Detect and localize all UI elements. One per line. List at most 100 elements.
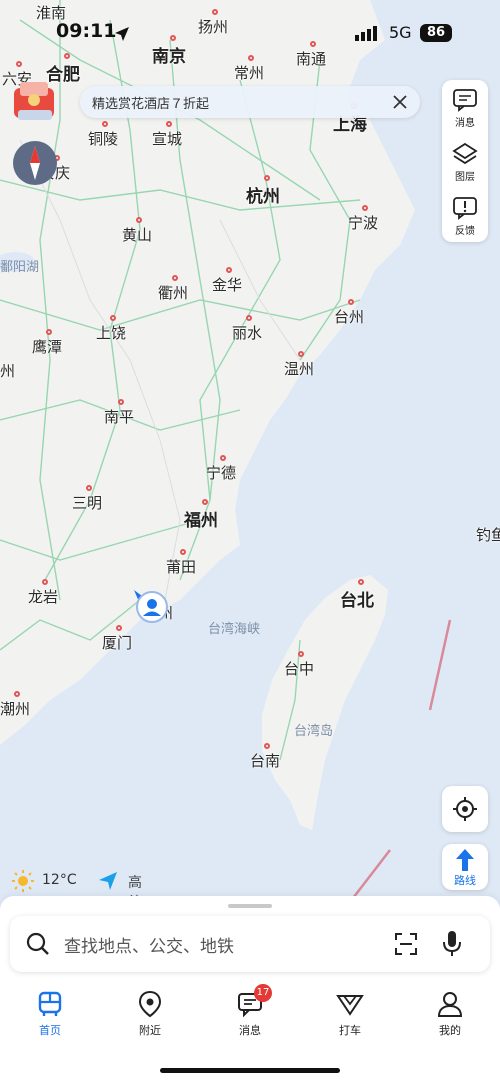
search-icon [26, 932, 49, 955]
tab-nearby-label: 附近 [139, 1024, 161, 1037]
user-location-marker[interactable] [132, 590, 170, 624]
city-label: 宣城 [152, 130, 183, 148]
city-label: 州 [0, 362, 16, 380]
tab-profile-label: 我的 [439, 1024, 461, 1037]
city-label: 黄山 [122, 226, 153, 244]
city-label: 台北 [340, 591, 374, 611]
tab-taxi-label: 打车 [339, 1024, 361, 1037]
city-dot [264, 175, 270, 181]
city-dot [298, 351, 304, 357]
city-label: 常州 [234, 64, 265, 82]
message-icon [453, 89, 477, 112]
city-dot [362, 205, 368, 211]
city-label: 福州 [184, 511, 218, 531]
layers-label: 图层 [455, 172, 475, 183]
city-label: 铜陵 [88, 130, 119, 148]
messages-button[interactable]: 消息 [442, 82, 488, 134]
city-label: 丽水 [232, 324, 263, 342]
city-label: 台湾海峡 [208, 622, 261, 637]
city-label: 温州 [284, 360, 315, 378]
route-label: 路线 [454, 874, 476, 887]
city-label: 鹰潭 [32, 338, 63, 356]
map-tool-panel: 消息 图层 反馈 [442, 80, 488, 242]
city-dot [172, 275, 178, 281]
tab-nearby[interactable]: 附近 [110, 990, 190, 1050]
city-dot [116, 625, 122, 631]
route-arrow-icon [456, 849, 474, 871]
messages-label: 消息 [455, 118, 475, 129]
city-dot [118, 399, 124, 405]
city-label: 金华 [212, 276, 243, 294]
city-label: 宁波 [348, 214, 379, 232]
bottom-tab-bar: 首页 附近 17 消息 打车 我的 [0, 984, 500, 1050]
city-label: 台中 [284, 660, 315, 678]
city-label: 南平 [104, 408, 135, 426]
feedback-label: 反馈 [455, 226, 475, 237]
sun-icon [12, 870, 34, 892]
compass-icon [13, 141, 57, 185]
tab-taxi[interactable]: 打车 [310, 990, 390, 1050]
city-dot [246, 315, 252, 321]
city-dot [202, 499, 208, 505]
city-dot [298, 651, 304, 657]
bottom-sheet: 查找地点、公交、地铁 首页 附近 17 消息 打车 我的 [0, 896, 500, 1084]
city-dot [220, 455, 226, 461]
feedback-icon [453, 197, 477, 220]
battery-level: 86 [426, 25, 446, 40]
city-dot [64, 53, 70, 59]
city-dot [180, 549, 186, 555]
route-button[interactable]: 路线 [442, 844, 488, 890]
city-label: 龙岩 [28, 588, 59, 606]
city-dot [212, 9, 218, 15]
city-label: 上饶 [96, 324, 127, 342]
close-icon[interactable] [390, 92, 410, 112]
promo-banner-text: 精选赏花酒店７折起 [92, 97, 210, 112]
city-label: 杭州 [246, 187, 280, 207]
search-input[interactable]: 查找地点、公交、地铁 [64, 932, 234, 957]
sheet-drag-handle[interactable] [228, 904, 272, 908]
promo-hotel-icon[interactable] [12, 80, 60, 126]
city-dot [348, 299, 354, 305]
amap-logo-icon [99, 872, 117, 890]
city-label: 三明 [72, 494, 103, 512]
city-label: 钓鱼 [476, 526, 500, 544]
tab-messages[interactable]: 17 消息 [210, 984, 290, 1050]
bus-icon [38, 991, 62, 1016]
location-pin-icon [138, 990, 162, 1018]
city-dot [16, 61, 22, 67]
search-bar[interactable]: 查找地点、公交、地铁 [10, 916, 490, 972]
promo-banner[interactable]: 精选赏花酒店７折起 [80, 86, 420, 118]
city-label: 潮州 [0, 700, 31, 718]
tab-home-label: 首页 [39, 1024, 61, 1037]
city-dot [42, 579, 48, 585]
city-dot [46, 329, 52, 335]
scan-icon[interactable] [394, 932, 418, 956]
city-dot [110, 315, 116, 321]
location-arrow-icon [115, 27, 129, 41]
city-dot [86, 485, 92, 491]
layers-icon [452, 142, 478, 165]
locate-me-button[interactable] [442, 786, 488, 832]
message-count-badge: 17 [254, 984, 272, 1002]
taxi-icon [336, 995, 364, 1016]
city-dot [264, 743, 270, 749]
city-dot [102, 121, 108, 127]
status-bar: 09:11 5G 86 [0, 18, 500, 48]
tab-home[interactable]: 首页 [10, 990, 90, 1050]
feedback-button[interactable]: 反馈 [442, 190, 488, 242]
layers-button[interactable]: 图层 [442, 136, 488, 188]
city-label: 莆田 [166, 558, 197, 576]
city-label: 南通 [296, 50, 327, 68]
network-type: 5G [389, 23, 412, 42]
city-dot [136, 217, 142, 223]
tab-profile[interactable]: 我的 [410, 990, 490, 1050]
city-dot [166, 121, 172, 127]
status-time: 09:11 [56, 20, 117, 42]
city-dot [248, 55, 254, 61]
city-label: 鄱阳湖 [0, 260, 40, 275]
city-dot [14, 691, 20, 697]
compass-button[interactable] [12, 140, 58, 186]
microphone-icon[interactable] [442, 930, 462, 958]
battery-indicator: 86 [420, 24, 452, 42]
city-dot [358, 579, 364, 585]
